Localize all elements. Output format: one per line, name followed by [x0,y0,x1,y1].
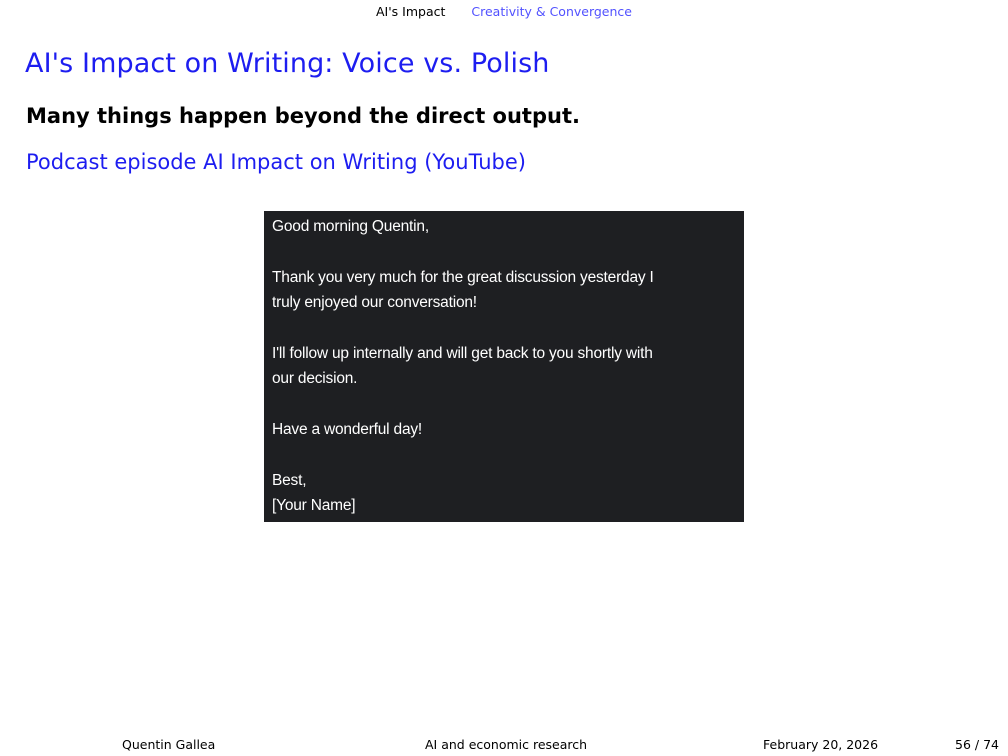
podcast-link[interactable]: Podcast episode AI Impact on Writing (Yo… [26,147,526,177]
navigation-bar: AI's Impact Creativity & Convergence [0,5,1008,19]
email-blank-line [272,443,736,468]
email-draft-screenshot: Good morning Quentin, Thank you very muc… [264,211,744,522]
email-paragraph-2-line-1: I'll follow up internally and will get b… [272,345,653,362]
email-blank-line [272,392,736,417]
email-signature: [Your Name] [272,497,356,515]
email-paragraph-2-line-2: our decision. [272,370,358,388]
email-closing-wish: Have a wonderful day! [272,421,423,439]
nav-subsection[interactable]: Creativity & Convergence [471,4,632,19]
footer-date: February 20, 2026 [763,737,879,752]
email-paragraph-1-line-1: Thank you very much for the great discus… [272,268,654,286]
slide-subtitle: Many things happen beyond the direct out… [26,104,580,128]
footer-talk-title: AI and economic research [425,737,588,752]
email-greeting: Good morning Quentin, [272,218,429,235]
footer-author: Quentin Gallea [122,737,216,752]
email-signoff: Best, [272,472,307,489]
nav-section-current[interactable]: AI's Impact [376,4,445,19]
email-blank-line [272,316,736,341]
email-paragraph-1-line-2: truly enjoyed our conversation! [272,294,477,312]
slide-footer: Quentin Gallea AI and economic research … [0,737,1008,756]
slide-title: AI's Impact on Writing: Voice vs. Polish [25,48,550,79]
footer-page-number: 56 / 74 [955,737,999,752]
email-blank-line [272,239,736,264]
